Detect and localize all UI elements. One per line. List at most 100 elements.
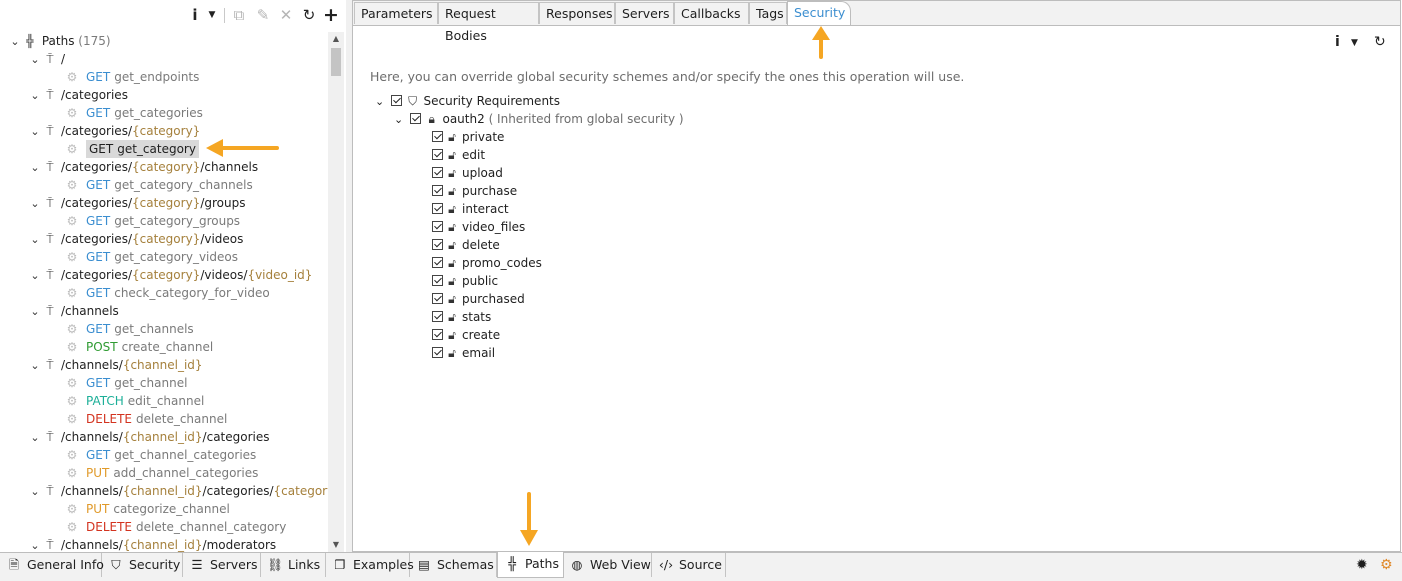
- scope-item[interactable]: 🔓︎ stats: [432, 308, 491, 326]
- tab-request-bodies[interactable]: Request Bodies: [438, 2, 539, 43]
- bottom-tab-paths[interactable]: ╬ Paths: [497, 552, 564, 578]
- tree-path-item[interactable]: ⌄ ⍑ /categories/{category}/groups: [28, 194, 245, 212]
- delete-icon[interactable]: ✕: [278, 6, 294, 24]
- scope-item[interactable]: 🔓︎ upload: [432, 164, 503, 182]
- scope-item[interactable]: 🔓︎ email: [432, 344, 495, 362]
- bottom-tab-links[interactable]: ⛓ Links: [261, 553, 326, 577]
- tree-operation-item[interactable]: ⚙ GET get_channels: [64, 320, 194, 338]
- tree-root-paths[interactable]: ⌄ ╬ Paths (175): [8, 32, 110, 51]
- tree-operation-item[interactable]: ⚙ GET get_category_videos: [64, 248, 238, 266]
- tree-path-item[interactable]: ⌄ ⍑ /channels/{channel_id}/categories: [28, 428, 269, 447]
- tree-operation-item[interactable]: ⚙ POST create_channel: [64, 338, 214, 356]
- chevron-down-icon[interactable]: ⌄: [375, 93, 387, 111]
- tree-path-item[interactable]: ⌄ ⍑ /channels/{channel_id}/moderators: [28, 536, 276, 552]
- bug-icon[interactable]: ✹: [1356, 557, 1368, 573]
- chevron-down-icon[interactable]: ⌄: [28, 267, 42, 285]
- chevron-down-icon[interactable]: ⌄: [8, 33, 22, 51]
- refresh-icon[interactable]: ↻: [1374, 34, 1386, 50]
- scope-item[interactable]: 🔓︎ promo_codes: [432, 254, 542, 272]
- scope-item[interactable]: 🔓︎ delete: [432, 236, 500, 254]
- tree-path-item[interactable]: ⌄ ⍑ /categories: [28, 86, 128, 104]
- tree-operation-item[interactable]: ⚙ PATCH edit_channel: [64, 392, 205, 410]
- tab-security[interactable]: Security: [787, 1, 851, 25]
- tree-operation-item[interactable]: ⚙ GET get_endpoints: [64, 68, 200, 86]
- duplicate-icon[interactable]: ⧉: [230, 6, 248, 24]
- scope-item[interactable]: 🔓︎ create: [432, 326, 500, 344]
- scope-item[interactable]: 🔓︎ interact: [432, 200, 509, 218]
- add-icon[interactable]: +: [322, 6, 340, 25]
- bottom-tab-web-view[interactable]: ◍ Web View: [563, 553, 652, 577]
- refresh-icon[interactable]: ↻: [300, 6, 318, 24]
- scope-checkbox[interactable]: [432, 167, 443, 178]
- tree-operation-item[interactable]: ⚙ GET get_categories: [64, 104, 203, 122]
- tree-path-item[interactable]: ⌄ ⍑ /channels: [28, 302, 118, 321]
- tree-path-item[interactable]: ⌄ ⍑ /categories/{category}: [28, 122, 200, 140]
- chevron-down-icon[interactable]: ⌄: [28, 483, 42, 501]
- scope-item[interactable]: 🔓︎ purchased: [432, 290, 525, 308]
- scope-checkbox[interactable]: [432, 239, 443, 250]
- scope-item[interactable]: 🔓︎ purchase: [432, 182, 517, 200]
- tree-operation-item[interactable]: ⚙ GET check_category_for_video: [64, 284, 270, 302]
- tree-path-item[interactable]: ⌄ ⍑ /categories/{category}/videos: [28, 230, 243, 248]
- scope-checkbox[interactable]: [432, 311, 443, 322]
- chevron-down-icon[interactable]: ⌄: [394, 111, 406, 129]
- chevron-down-icon[interactable]: ⌄: [28, 195, 42, 213]
- scope-checkbox[interactable]: [432, 293, 443, 304]
- tree-path-item[interactable]: ⌄ ⍑ /: [28, 50, 65, 68]
- tab-parameters[interactable]: Parameters: [354, 2, 438, 24]
- tree-scrollbar[interactable]: ▲ ▼: [328, 32, 344, 552]
- info-icon[interactable]: i: [1335, 34, 1340, 50]
- tree-operation-item[interactable]: ⚙ GET get_channel_categories: [64, 446, 257, 464]
- scope-checkbox[interactable]: [432, 257, 443, 268]
- tree-path-item[interactable]: ⌄ ⍑ /channels/{channel_id}: [28, 356, 202, 375]
- bottom-tab-general-info[interactable]: 🗎︎ General Info: [0, 553, 104, 577]
- tree-path-item[interactable]: ⌄ ⍑ /channels/{channel_id}/categories/{cat…: [28, 482, 328, 500]
- scope-checkbox[interactable]: [432, 221, 443, 232]
- chevron-down-icon[interactable]: ⌄: [28, 429, 42, 447]
- scroll-up-icon[interactable]: ▲: [328, 32, 344, 46]
- tree-path-item[interactable]: ⌄ ⍑ /categories/{category}/channels: [28, 158, 258, 176]
- chevron-down-icon[interactable]: ⌄: [28, 303, 42, 321]
- tab-tags[interactable]: Tags: [749, 2, 787, 24]
- chevron-down-icon[interactable]: ▼: [205, 6, 219, 24]
- oauth2-checkbox[interactable]: [409, 113, 421, 124]
- tab-responses[interactable]: Responses: [539, 2, 615, 24]
- info-icon[interactable]: i: [188, 6, 202, 24]
- scroll-down-icon[interactable]: ▼: [328, 538, 344, 552]
- tree-operation-item[interactable]: ⚙ GET get_category_groups: [64, 212, 240, 230]
- tab-callbacks[interactable]: Callbacks: [674, 2, 749, 24]
- scope-checkbox[interactable]: [432, 203, 443, 214]
- chevron-down-icon[interactable]: ⌄: [28, 357, 42, 375]
- chevron-down-icon[interactable]: ⌄: [28, 231, 42, 249]
- bottom-tab-schemas[interactable]: ▤ Schemas: [410, 553, 497, 577]
- settings-icon[interactable]: ⚙: [1380, 557, 1393, 573]
- scope-checkbox[interactable]: [432, 131, 443, 142]
- scope-checkbox[interactable]: [432, 329, 443, 340]
- scope-checkbox[interactable]: [432, 185, 443, 196]
- tree-path-item[interactable]: ⌄ ⍑ /categories/{category}/videos/{video_i…: [28, 266, 312, 284]
- chevron-down-icon[interactable]: ⌄: [28, 537, 42, 552]
- tree-operation-item[interactable]: ⚙ GET get_category_channels: [64, 176, 253, 194]
- chevron-down-icon[interactable]: ⌄: [28, 159, 42, 177]
- scope-item[interactable]: 🔓︎ edit: [432, 146, 485, 164]
- scope-item[interactable]: 🔓︎ public: [432, 272, 498, 290]
- edit-icon[interactable]: ✎: [254, 6, 272, 24]
- scope-checkbox[interactable]: [432, 275, 443, 286]
- bottom-tab-servers[interactable]: ☰ Servers: [183, 553, 261, 577]
- chevron-down-icon[interactable]: ⌄: [28, 123, 42, 141]
- tab-servers[interactable]: Servers: [615, 2, 674, 24]
- scope-checkbox[interactable]: [432, 149, 443, 160]
- tree-operation-item[interactable]: ⚙ GET get_category: [64, 140, 199, 158]
- bottom-tab-examples[interactable]: ❐ Examples: [326, 553, 414, 577]
- chevron-down-icon[interactable]: ⌄: [28, 51, 42, 69]
- bottom-tab-security[interactable]: ⛉ Security: [102, 553, 183, 577]
- scope-item[interactable]: 🔓︎ video_files: [432, 218, 525, 236]
- scroll-thumb[interactable]: [331, 48, 341, 76]
- tree-operation-item[interactable]: ⚙ GET get_channel: [64, 374, 188, 392]
- scope-item[interactable]: 🔓︎ private: [432, 128, 504, 146]
- tree-operation-item[interactable]: ⚙ DELETE delete_channel: [64, 410, 228, 428]
- bottom-tab-source[interactable]: ‹/› Source: [652, 553, 726, 577]
- tree-operation-item[interactable]: ⚙ PUT add_channel_categories: [64, 464, 259, 482]
- chevron-down-icon[interactable]: ⌄: [28, 87, 42, 105]
- security-requirements-node[interactable]: ⌄ ⛉ Security Requirements: [375, 92, 560, 110]
